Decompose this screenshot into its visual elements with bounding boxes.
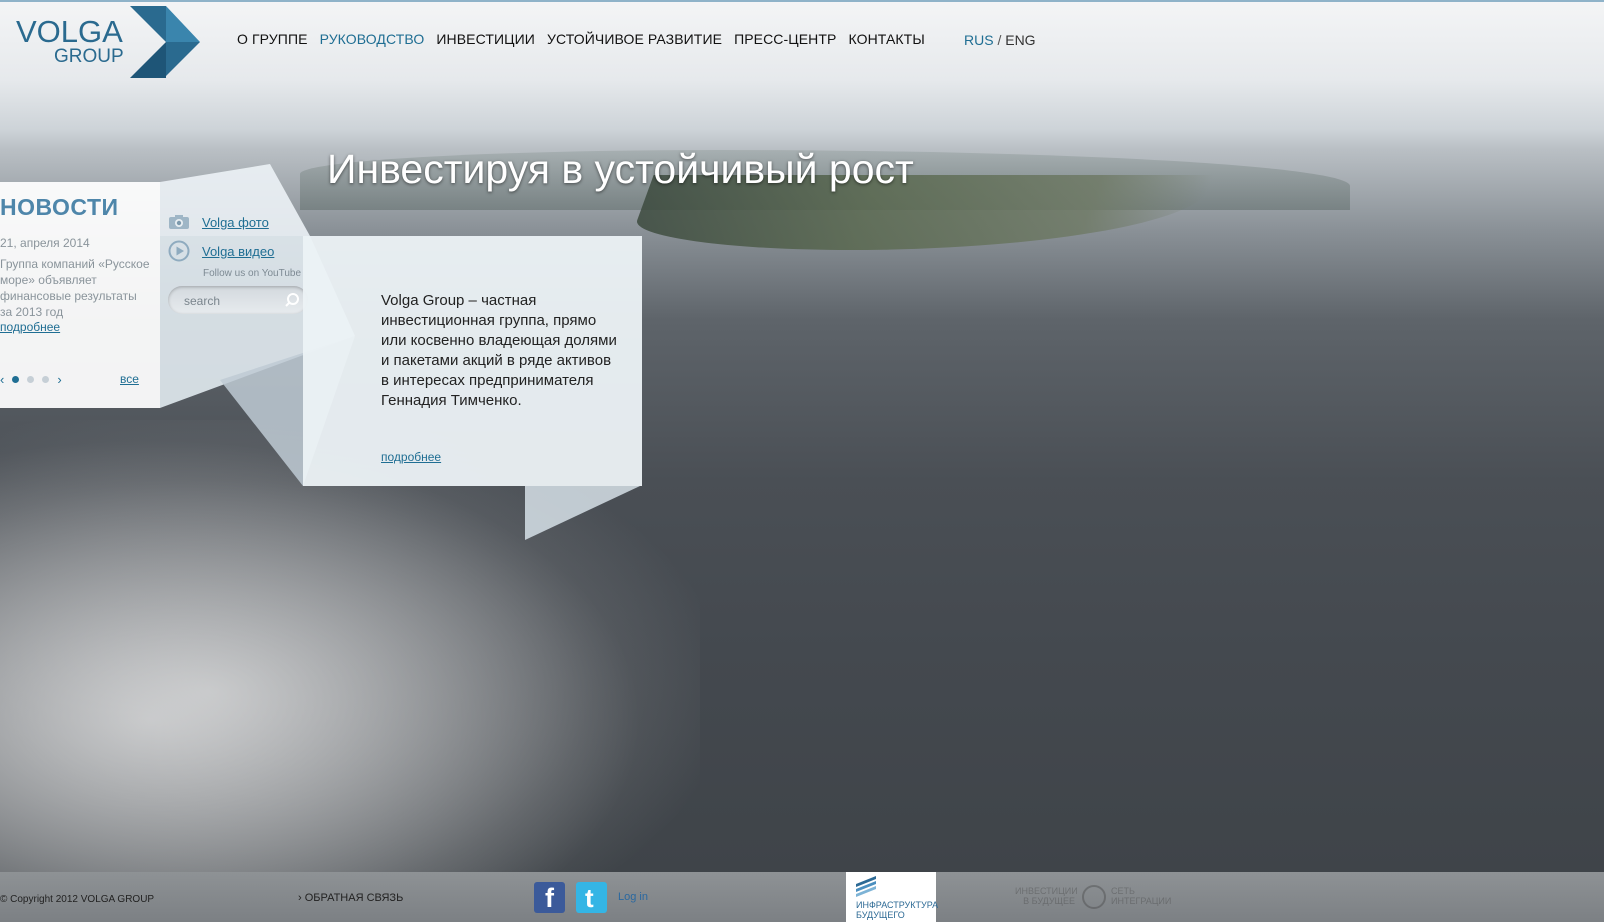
search-icon[interactable] xyxy=(284,292,300,308)
infra-stripes-icon xyxy=(856,876,876,897)
lang-eng[interactable]: ENG xyxy=(1005,32,1035,48)
news-next-icon[interactable]: › xyxy=(57,372,61,387)
media-panel: Volga фото Volga видео Follow us on YouT… xyxy=(160,166,310,406)
youtube-follow-text: Follow us on YouTube xyxy=(203,268,302,279)
news-title: НОВОСТИ xyxy=(0,194,119,220)
language-switch: RUS / ENG xyxy=(964,32,1036,48)
infrastructure-logo[interactable]: ИНФРАСТРУКТУРА БУДУЩЕГО xyxy=(846,872,938,922)
search-input[interactable] xyxy=(182,291,282,311)
news-prev-icon[interactable]: ‹ xyxy=(0,372,4,387)
infra-line-2: БУДУЩЕГО xyxy=(856,910,905,920)
footer: © Copyright 2012 VOLGA GROUP › ОБРАТНАЯ … xyxy=(0,872,1604,922)
twitter-icon[interactable]: t xyxy=(576,882,607,913)
news-date: 21, апреля 2014 xyxy=(0,236,90,250)
news-more-link[interactable]: подробнее xyxy=(0,320,60,334)
facebook-glyph: f xyxy=(545,883,554,913)
partner-right-text: СЕТЬ ИНТЕГРАЦИИ xyxy=(1111,886,1172,906)
news-page-dot-1[interactable] xyxy=(12,376,20,383)
facebook-icon[interactable]: f xyxy=(534,882,565,913)
copyright-text: © Copyright 2012 VOLGA GROUP xyxy=(0,894,155,905)
partner-circle-icon xyxy=(1082,885,1106,909)
feedback-link[interactable]: › ОБРАТНАЯ СВЯЗЬ xyxy=(298,892,403,904)
about-more-link[interactable]: подробнее xyxy=(381,450,441,464)
news-page-dot-3[interactable] xyxy=(42,376,50,383)
search-box xyxy=(168,286,308,314)
play-icon xyxy=(168,240,190,262)
volga-photo-link[interactable]: Volga фото xyxy=(202,215,269,230)
lang-rus[interactable]: RUS xyxy=(964,32,994,48)
volga-video-link[interactable]: Volga видео xyxy=(202,244,274,259)
nav-item-press-center[interactable]: ПРЕСС-ЦЕНТР xyxy=(734,31,836,47)
nav-item-contacts[interactable]: КОНТАКТЫ xyxy=(848,31,924,47)
about-text: Volga Group – частная инвестиционная гру… xyxy=(381,292,617,409)
news-all-link[interactable]: все xyxy=(120,372,139,386)
photo-row: Volga фото xyxy=(168,214,269,230)
news-page-dot-2[interactable] xyxy=(27,376,35,383)
about-panel: Volga Group – частная инвестиционная гру… xyxy=(303,236,642,486)
partner-left-text: ИНВЕСТИЦИИ В БУДУЩЕЕ xyxy=(1015,886,1078,906)
login-link[interactable]: Log in xyxy=(618,891,648,903)
infra-text: ИНФРАСТРУКТУРА БУДУЩЕГО xyxy=(856,900,938,920)
video-row: Volga видео xyxy=(168,240,274,262)
twitter-glyph: t xyxy=(585,883,594,913)
camera-icon xyxy=(169,215,189,229)
news-panel: НОВОСТИ 21, апреля 2014 Группа компаний … xyxy=(0,182,160,408)
partner-logo[interactable]: ИНВЕСТИЦИИ В БУДУЩЕЕ СЕТЬ ИНТЕГРАЦИИ xyxy=(1015,884,1185,912)
lang-separator: / xyxy=(997,32,1002,48)
news-pager: ‹ › xyxy=(0,372,62,387)
news-text: Группа компаний «Русское море» объявляет… xyxy=(0,257,150,319)
infra-line-1: ИНФРАСТРУКТУРА xyxy=(856,900,939,910)
